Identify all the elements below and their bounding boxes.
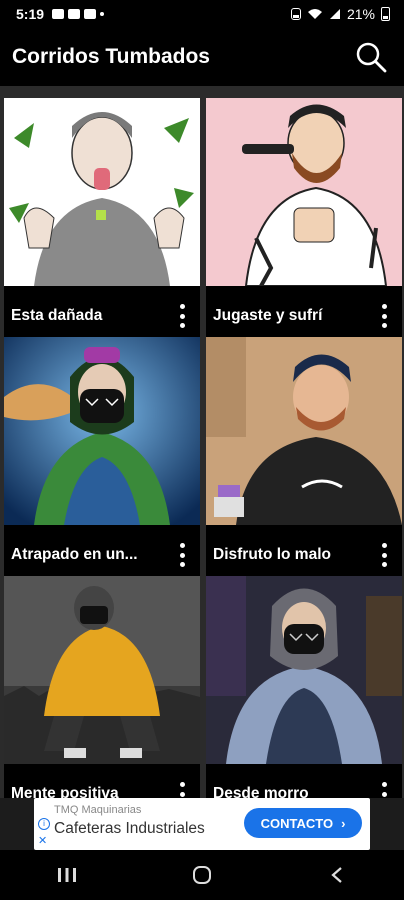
more-vert-icon[interactable] — [178, 543, 186, 567]
chevron-right-icon: › — [341, 815, 346, 831]
song-thumbnail[interactable] — [206, 98, 402, 286]
song-title: Desde morro — [213, 785, 309, 798]
ad-advertiser: TMQ Maquinarias — [54, 804, 142, 816]
song-title: Disfruto lo malo — [213, 546, 331, 563]
ad-headline: Cafeteras Industriales — [54, 820, 205, 837]
song-title: Esta dañada — [11, 307, 103, 324]
more-vert-icon[interactable] — [178, 304, 186, 328]
ad-close-icon[interactable]: ✕ — [38, 834, 47, 847]
song-thumbnail[interactable] — [4, 576, 200, 764]
app-title: Corridos Tumbados — [12, 45, 210, 68]
song-title: Jugaste y sufrí — [213, 307, 323, 324]
song-card[interactable]: Jugaste y sufrí — [206, 98, 402, 338]
app-bar: Corridos Tumbados — [0, 28, 404, 86]
status-time: 5:19 — [16, 6, 45, 22]
home-icon[interactable] — [182, 855, 222, 895]
ad-cta-label: CONTACTO — [260, 815, 334, 831]
song-caption: Mente positiva — [4, 772, 200, 798]
ad-cta-button[interactable]: CONTACTO › — [244, 808, 362, 838]
more-vert-icon[interactable] — [380, 543, 388, 567]
more-vert-icon[interactable] — [380, 782, 388, 798]
alarm-icon — [290, 8, 301, 20]
recents-icon[interactable] — [47, 855, 87, 895]
song-caption: Atrapado en un... — [4, 533, 200, 577]
banner-ad[interactable]: i ✕ TMQ Maquinarias Cafeteras Industrial… — [34, 798, 370, 850]
search-icon[interactable] — [354, 40, 388, 74]
song-grid: Esta dañada Jugaste y sufrí Atrapado en … — [0, 86, 404, 798]
youtube-icon — [84, 9, 97, 19]
song-thumbnail[interactable] — [4, 337, 200, 525]
song-card[interactable]: Mente positiva — [4, 576, 200, 798]
song-caption: Desde morro — [206, 772, 402, 798]
more-vert-icon[interactable] — [380, 304, 388, 328]
song-thumbnail[interactable] — [206, 576, 402, 764]
battery-percent: 21% — [346, 6, 375, 22]
song-card[interactable]: Atrapado en un... — [4, 337, 200, 577]
system-nav-bar — [0, 850, 404, 900]
status-bar: 5:19 21% — [0, 0, 404, 28]
song-caption: Disfruto lo malo — [206, 533, 402, 577]
battery-icon — [381, 7, 390, 21]
song-thumbnail[interactable] — [206, 337, 402, 525]
song-title: Mente positiva — [11, 785, 119, 798]
back-icon[interactable] — [317, 855, 357, 895]
signal-icon — [329, 9, 340, 19]
wifi-icon — [307, 9, 322, 19]
song-card[interactable]: Esta dañada — [4, 98, 200, 338]
song-title: Atrapado en un... — [11, 546, 138, 563]
song-caption: Jugaste y sufrí — [206, 294, 402, 338]
youtube-icon — [68, 9, 81, 19]
more-vert-icon[interactable] — [178, 782, 186, 798]
song-caption: Esta dañada — [4, 294, 200, 338]
gallery-icon — [52, 9, 65, 19]
song-thumbnail[interactable] — [4, 98, 200, 286]
song-card[interactable]: Desde morro — [206, 576, 402, 798]
system-icons: 21% — [290, 6, 390, 22]
notification-icons — [52, 9, 105, 19]
ad-info-icon[interactable]: i — [38, 818, 50, 830]
dot-icon — [100, 12, 105, 16]
song-card[interactable]: Disfruto lo malo — [206, 337, 402, 577]
